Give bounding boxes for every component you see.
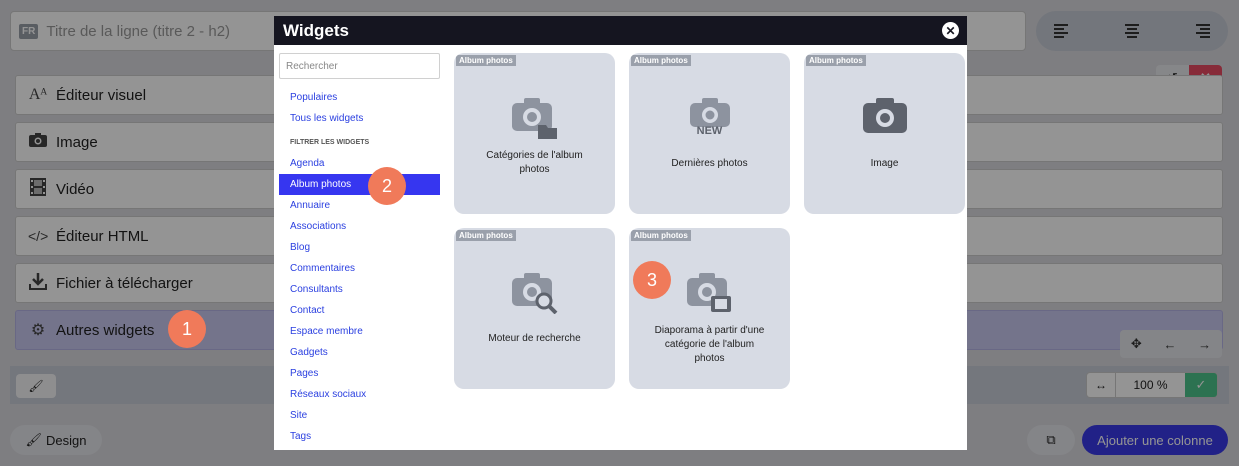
filter-heading: FILTRER LES WIDGETS [290,139,370,146]
sidebar-item-site[interactable]: Site [279,405,440,426]
search-input[interactable] [279,53,440,79]
sidebar-item-tags[interactable]: Tags [279,426,440,447]
category-badge: Album photos [456,55,516,66]
widget-tile-latest-photos[interactable]: Album photos NEW Dernières photos [629,53,790,214]
category-badge: Album photos [456,230,516,241]
sidebar-item-contact[interactable]: Contact [279,300,440,321]
sidebar-item-reseaux-sociaux[interactable]: Réseaux sociaux [279,384,440,405]
sidebar-item-tous-les-widgets[interactable]: Tous les widgets [279,108,440,129]
close-icon[interactable]: ✕ [942,22,959,39]
widget-tile-label: Catégories de l'album photos [486,150,583,175]
widget-tile-slideshow[interactable]: Album photos Diaporama à partir d'une ca… [629,228,790,389]
widgets-modal: Widgets ✕ Populaires Tous les widgets FI… [274,16,967,450]
sidebar-item-annuaire[interactable]: Annuaire [279,195,440,216]
sidebar-item-espace-membre[interactable]: Espace membre [279,321,440,342]
category-badge: Album photos [806,55,866,66]
modal-title: Widgets [283,20,349,40]
camera-icon [804,97,965,133]
sidebar-item-associations[interactable]: Associations [279,216,440,237]
sidebar-item-commentaires[interactable]: Commentaires [279,258,440,279]
step-marker-1: 1 [168,310,206,348]
sidebar-item-gadgets[interactable]: Gadgets [279,342,440,363]
widget-tile-image[interactable]: Album photos Image [804,53,965,214]
widget-tile-album-categories[interactable]: Album photos Catégories de l'album photo… [454,53,615,214]
sidebar-item-populaires[interactable]: Populaires [279,87,440,108]
widget-tile-label: Dernières photos [671,158,748,169]
modal-header: Widgets ✕ [274,16,967,45]
camera-search-icon [454,272,615,314]
widget-tile-label: Diaporama à partir d'une catégorie de l'… [654,325,765,364]
sidebar-item-pages[interactable]: Pages [279,363,440,384]
widget-sidebar: Populaires Tous les widgets FILTRER LES … [279,53,440,447]
sidebar-item-consultants[interactable]: Consultants [279,279,440,300]
sidebar-item-blog[interactable]: Blog [279,237,440,258]
step-marker-2: 2 [368,167,406,205]
sidebar-item-agenda[interactable]: Agenda [279,153,440,174]
widget-tile-label: Moteur de recherche [488,333,581,344]
widget-tile-search-engine[interactable]: Album photos Moteur de recherche [454,228,615,389]
category-badge: Album photos [631,230,691,241]
widget-tile-label: Image [870,158,899,169]
new-label: NEW [696,125,723,137]
camera-new-icon: NEW [629,97,790,137]
sidebar-item-album-photos[interactable]: Album photos [279,174,440,195]
camera-folder-icon [454,97,615,139]
category-badge: Album photos [631,55,691,66]
step-marker-3: 3 [633,261,671,299]
